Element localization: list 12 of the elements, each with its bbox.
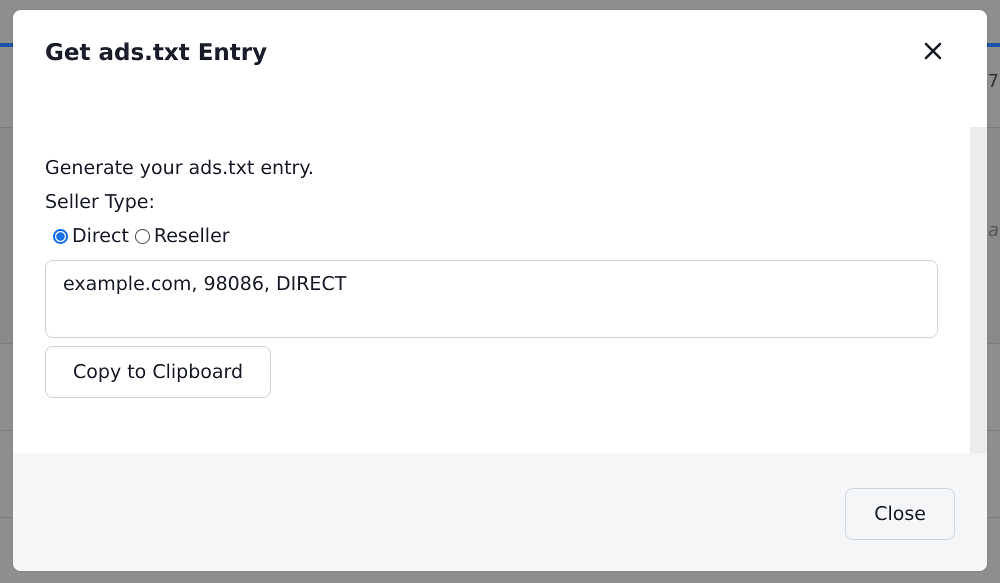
background-text: 7 [988,70,999,92]
dialog-title: Get ads.txt Entry [45,40,268,66]
close-icon[interactable] [924,42,942,60]
radio-button[interactable] [134,228,150,244]
radio-label[interactable]: Direct [72,225,129,247]
radio-button[interactable] [53,228,68,244]
copy-button[interactable]: Copy to Clipboard [45,346,272,398]
intro-text: Generate your ads.txt entry. [45,157,315,179]
seller-type-label: Seller Type: [45,191,156,213]
radio-label[interactable]: Reseller [154,225,230,247]
entry-field[interactable]: example.com, 98086, DIRECT [45,260,938,338]
close-button[interactable]: Close [845,488,955,540]
